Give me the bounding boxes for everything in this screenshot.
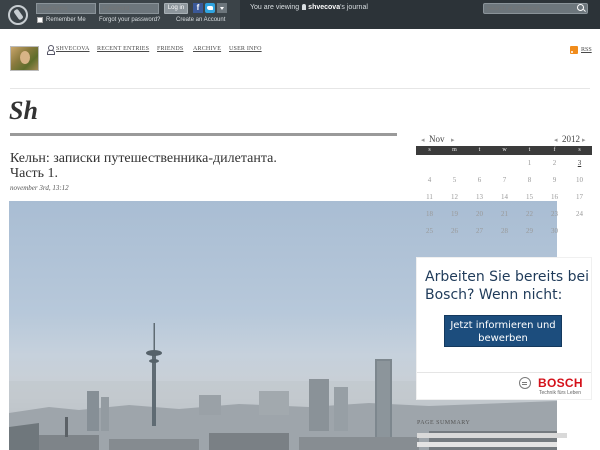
calendar-day: 14 xyxy=(501,193,508,201)
calendar-weekdays: smtwtfs xyxy=(416,146,592,155)
calendar-day: 22 xyxy=(526,210,533,218)
ad-brand: BOSCH xyxy=(538,376,583,390)
calendar-day: 12 xyxy=(451,193,458,201)
user-icon xyxy=(302,4,307,10)
calendar-day: 27 xyxy=(476,227,483,235)
nav-recent-entries[interactable]: RECENT ENTRIES xyxy=(97,46,149,52)
password-input[interactable] xyxy=(99,3,159,14)
calendar-day: 7 xyxy=(502,176,507,184)
journal-title[interactable]: Sh xyxy=(9,96,38,126)
viewing-journal-text: You are viewing shvecova's journal xyxy=(250,4,368,11)
ad-headline[interactable]: Arbeiten Sie bereits bei Bosch? Wenn nic… xyxy=(425,268,590,304)
calendar-day: 4 xyxy=(427,176,432,184)
calendar-day: 24 xyxy=(576,210,583,218)
nav-friends[interactable]: FRIENDS xyxy=(157,46,183,52)
twitter-icon[interactable] xyxy=(205,3,215,13)
calendar-day: 30 xyxy=(551,227,558,235)
calendar-day: 8 xyxy=(527,176,532,184)
calendar-weekday: m xyxy=(452,147,457,153)
nav-user-link[interactable]: SHVECOVA xyxy=(56,46,90,52)
prev-year-icon[interactable]: ◂ xyxy=(554,136,558,144)
calendar-weekday: t xyxy=(478,147,481,153)
forgot-password-link[interactable]: Forgot your password? xyxy=(99,17,160,23)
nav-user-info[interactable]: USER INFO xyxy=(229,46,262,52)
username-input[interactable] xyxy=(36,3,96,14)
entry-title-line-1[interactable]: Кельн: записки путешественника-дилетанта… xyxy=(10,151,400,166)
ad-tagline: Technik fürs Leben xyxy=(539,390,581,396)
nav-archive[interactable]: ARCHIVE xyxy=(193,46,221,52)
calendar-day: 23 xyxy=(551,210,558,218)
viewing-suffix: 's journal xyxy=(340,4,368,11)
calendar-day: 19 xyxy=(451,210,458,218)
title-divider xyxy=(10,133,397,136)
calendar-header: ◂ Nov ▸ ◂ 2012 ▸ xyxy=(416,134,592,146)
next-year-icon[interactable]: ▸ xyxy=(582,136,586,144)
calendar-day: 21 xyxy=(501,210,508,218)
search-input[interactable] xyxy=(483,3,588,14)
calendar-weekday: t xyxy=(528,147,531,153)
lj-logo-icon[interactable] xyxy=(8,5,28,25)
remember-me-label: Remember Me xyxy=(46,17,86,23)
next-month-icon[interactable]: ▸ xyxy=(451,136,455,144)
search-icon[interactable] xyxy=(577,4,584,11)
create-account-link[interactable]: Create an Account xyxy=(176,17,225,23)
calendar-day: 10 xyxy=(576,176,583,184)
entry-title[interactable]: Кельн: записки путешественника-дилетанта… xyxy=(10,151,400,181)
divider xyxy=(10,88,590,89)
rss-link[interactable]: RSS xyxy=(581,47,592,53)
bosch-ad[interactable]: Arbeiten Sie bereits bei Bosch? Wenn nic… xyxy=(416,257,592,400)
remember-me-checkbox[interactable] xyxy=(37,17,43,23)
calendar-weekday: s xyxy=(428,147,431,153)
avatar[interactable] xyxy=(10,46,39,71)
viewing-prefix: You are viewing xyxy=(250,4,300,11)
calendar-day: 6 xyxy=(477,176,482,184)
calendar-day: 13 xyxy=(476,193,483,201)
calendar-day: 29 xyxy=(526,227,533,235)
chevron-down-icon[interactable] xyxy=(217,3,227,13)
calendar-weekday: s xyxy=(578,147,581,153)
calendar-month[interactable]: Nov xyxy=(429,134,445,144)
calendar-day: 20 xyxy=(476,210,483,218)
calendar-day: 28 xyxy=(501,227,508,235)
bosch-logo-icon xyxy=(519,377,531,389)
page-summary-item[interactable] xyxy=(417,433,567,438)
calendar-day[interactable]: 3 xyxy=(567,159,592,167)
calendar-day: 18 xyxy=(426,210,433,218)
top-bar: Log in f Remember Me Forgot your passwor… xyxy=(0,0,600,29)
prev-month-icon[interactable]: ◂ xyxy=(421,136,425,144)
calendar-day: 9 xyxy=(552,176,557,184)
page-summary-heading: PAGE SUMMARY xyxy=(417,420,471,426)
calendar-day: 25 xyxy=(426,227,433,235)
calendar-day: 1 xyxy=(527,159,532,167)
user-icon xyxy=(47,45,55,55)
entry-date: november 3rd, 13:12 xyxy=(10,184,69,192)
rss-icon[interactable] xyxy=(570,46,578,54)
facebook-icon[interactable]: f xyxy=(193,3,203,13)
viewing-user-link[interactable]: shvecova xyxy=(308,4,340,11)
calendar-day: 11 xyxy=(426,193,433,201)
ad-divider xyxy=(417,372,591,373)
calendar-weekday: f xyxy=(553,147,556,153)
entry-title-line-2[interactable]: Часть 1. xyxy=(10,166,400,181)
calendar-weekday: w xyxy=(502,147,507,153)
calendar-day: 16 xyxy=(551,193,558,201)
calendar-day: 5 xyxy=(452,176,457,184)
ad-apply-button[interactable]: Jetzt informieren und bewerben xyxy=(444,315,562,347)
calendar-day: 2 xyxy=(552,159,557,167)
calendar-year[interactable]: 2012 xyxy=(562,134,580,144)
calendar-day: 15 xyxy=(526,193,533,201)
calendar-day: 17 xyxy=(576,193,583,201)
login-button[interactable]: Log in xyxy=(164,3,188,14)
calendar-day: 26 xyxy=(451,227,458,235)
page-summary-item[interactable] xyxy=(417,442,557,447)
